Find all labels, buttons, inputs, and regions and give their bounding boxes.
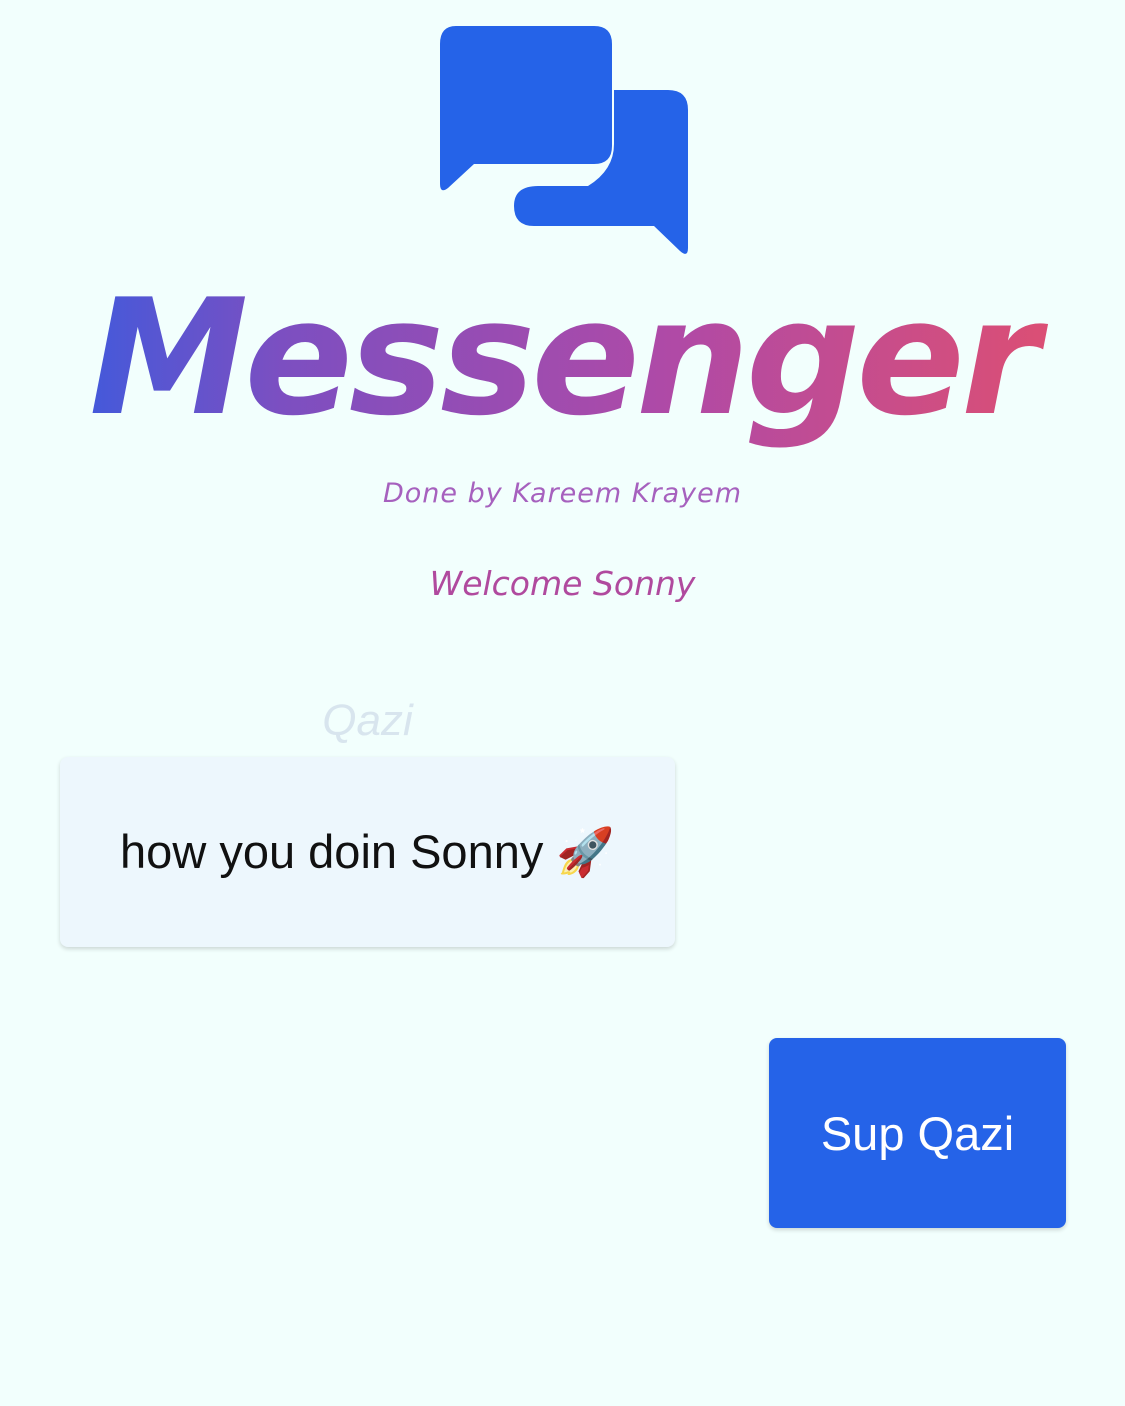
outgoing-message-bubble: Sup Qazi xyxy=(769,1038,1066,1228)
message-text: Sup Qazi xyxy=(820,1106,1015,1160)
message-sender-name: Qazi xyxy=(322,696,413,745)
welcome-message: Welcome Sonny xyxy=(429,564,696,603)
app-title: Messenger xyxy=(0,258,1125,458)
incoming-message-bubble: how you doin Sonny 🚀 xyxy=(60,757,675,947)
chat-bubbles-icon xyxy=(438,26,690,256)
message-text: how you doin Sonny 🚀 xyxy=(120,825,615,878)
author-credit: Done by Kareem Krayem xyxy=(382,478,743,509)
